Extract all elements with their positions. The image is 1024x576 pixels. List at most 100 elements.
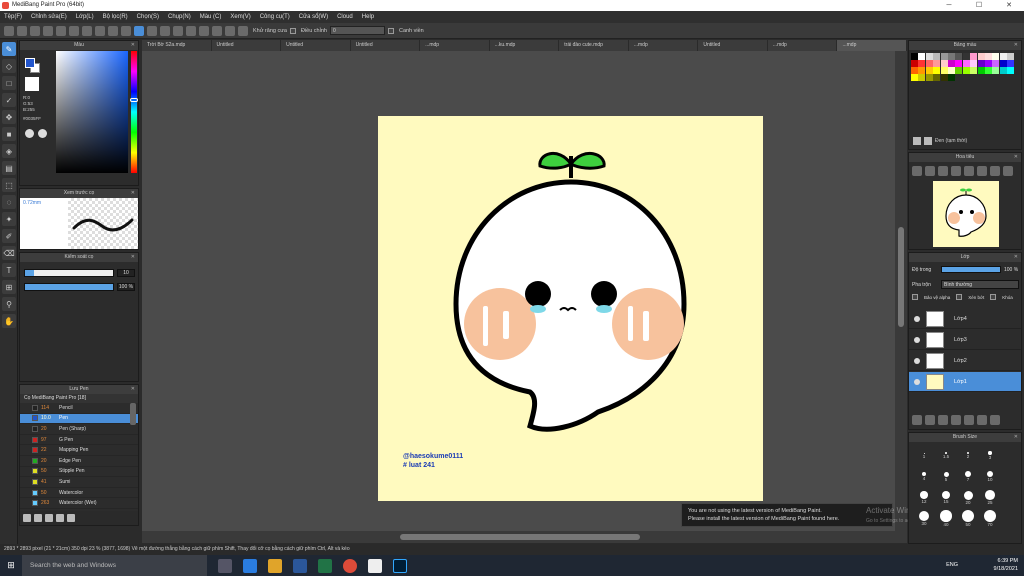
- snap-off-icon[interactable]: [160, 25, 170, 36]
- menu-item[interactable]: Lớp(L): [76, 14, 94, 20]
- palette-swatch[interactable]: [992, 53, 1000, 60]
- settings-icon[interactable]: [238, 25, 248, 36]
- brush-size-preset[interactable]: 2: [957, 447, 979, 464]
- taskbar-search[interactable]: Search the web and Windows: [22, 555, 207, 576]
- brush-list-item[interactable]: 10.0 Pen: [20, 413, 138, 425]
- delete-layer-icon[interactable]: [977, 415, 987, 425]
- palette-swatch[interactable]: [918, 67, 926, 74]
- select-pen-tool-icon[interactable]: ✐: [2, 229, 16, 243]
- clipping-checkbox[interactable]: [956, 294, 963, 300]
- palette-swatch[interactable]: [992, 67, 1000, 74]
- brush-list-item[interactable]: 97 G Pen: [20, 435, 138, 446]
- palette-swatch[interactable]: [962, 60, 970, 67]
- palette-swatch[interactable]: [911, 67, 918, 74]
- fit-icon[interactable]: [938, 166, 948, 176]
- layer-row[interactable]: Lớp2: [909, 351, 1021, 371]
- close-icon[interactable]: ✕: [1014, 433, 1018, 442]
- undo-icon[interactable]: [108, 25, 118, 36]
- check-tool-icon[interactable]: ✓: [2, 93, 16, 107]
- layer-opacity-slider[interactable]: [941, 266, 1001, 273]
- language-indicator[interactable]: ENG: [946, 561, 958, 569]
- snap-checkbox[interactable]: [387, 27, 394, 34]
- correction-checkbox[interactable]: [289, 27, 296, 34]
- palette-swatch[interactable]: [977, 60, 985, 67]
- brush-size-preset[interactable]: 15: [935, 489, 957, 506]
- copy-brush-icon[interactable]: [56, 514, 64, 522]
- brush-size-preset[interactable]: 12: [913, 489, 935, 506]
- hue-slider[interactable]: [131, 51, 137, 173]
- palette-swatch[interactable]: [1007, 60, 1015, 67]
- palette-swatch[interactable]: [1007, 67, 1015, 74]
- eye-icon[interactable]: [914, 315, 920, 322]
- select-eraser-tool-icon[interactable]: ⌫: [2, 246, 16, 260]
- palette-swatch[interactable]: [911, 60, 918, 67]
- document-tab[interactable]: ...mdp: [837, 40, 908, 51]
- document-tab[interactable]: Untitled: [698, 40, 768, 51]
- rotate-left-icon[interactable]: [964, 166, 974, 176]
- close-icon[interactable]: ✕: [131, 253, 135, 262]
- document-tab[interactable]: Trời Bờ S2a.mdp: [142, 40, 212, 51]
- add-halftone-layer-icon[interactable]: [938, 415, 948, 425]
- delete-color-icon[interactable]: [924, 137, 932, 145]
- palette-swatch[interactable]: [977, 53, 985, 60]
- menu-item[interactable]: Xem(V): [230, 14, 250, 20]
- text-tool-icon[interactable]: T: [2, 263, 16, 277]
- brush-size-preset[interactable]: 25: [979, 489, 1001, 506]
- brush-tool-icon[interactable]: ✎: [2, 42, 16, 56]
- flip-icon[interactable]: [82, 25, 92, 36]
- menu-item[interactable]: Chọn(S): [137, 14, 159, 20]
- blend-mode-select[interactable]: Bình thường: [941, 280, 1019, 289]
- eraser-tool-icon[interactable]: ◇: [2, 59, 16, 73]
- palette-swatch[interactable]: [925, 60, 933, 67]
- palette-swatch[interactable]: [999, 53, 1007, 60]
- brush-list-item[interactable]: 20 Edge Pen: [20, 456, 138, 467]
- brush-size-preset[interactable]: 5: [935, 468, 957, 485]
- chrome-icon[interactable]: [343, 558, 357, 573]
- word-icon[interactable]: [293, 558, 307, 573]
- document-tab[interactable]: trái đào cute.mdp: [559, 40, 629, 51]
- correction-mode-icon[interactable]: [134, 25, 144, 36]
- palette-swatch[interactable]: [984, 60, 992, 67]
- palette-swatch[interactable]: [970, 53, 978, 60]
- palette-swatch[interactable]: [933, 60, 941, 67]
- color-palette-grid[interactable]: [911, 53, 1015, 81]
- canvas-area[interactable]: @haesokume0111 # luat 241: [142, 51, 895, 531]
- select-tool-icon[interactable]: ⬚: [2, 178, 16, 192]
- menu-item[interactable]: Tệp(F): [4, 14, 22, 20]
- brush-group[interactable]: Cọ MediBang Paint Pro [18]: [20, 394, 138, 403]
- palette-swatch[interactable]: [970, 67, 978, 74]
- document-tab[interactable]: Untitled: [351, 40, 421, 51]
- add-cloud-brush-icon[interactable]: [34, 514, 42, 522]
- brush-size-preset[interactable]: 4: [913, 468, 935, 485]
- cloud-icon[interactable]: [43, 25, 53, 36]
- brush-size-preset[interactable]: 10: [979, 468, 1001, 485]
- redo-icon[interactable]: [121, 25, 131, 36]
- close-icon[interactable]: ✕: [1014, 153, 1018, 162]
- transparent-swatch[interactable]: [25, 77, 39, 91]
- menu-item[interactable]: Chụp(N): [168, 14, 191, 20]
- palette-swatch[interactable]: [984, 67, 992, 74]
- saturation-value-picker[interactable]: [56, 51, 128, 173]
- brush-list-item[interactable]: 114 Pencil: [20, 403, 138, 414]
- brush-list-item[interactable]: 50 Stipple Pen: [20, 467, 138, 478]
- palette-swatch[interactable]: [925, 67, 933, 74]
- add-color-icon[interactable]: [913, 137, 921, 145]
- file-explorer-icon[interactable]: [268, 558, 282, 573]
- add-colored-layer-icon[interactable]: [925, 415, 935, 425]
- close-icon[interactable]: ✕: [131, 385, 135, 394]
- gradient-tool-icon[interactable]: ▤: [2, 161, 16, 175]
- palette-swatch[interactable]: [940, 60, 948, 67]
- menu-item[interactable]: Chỉnh sửa(E): [31, 14, 67, 20]
- lock-checkbox[interactable]: [990, 294, 997, 300]
- document-tab[interactable]: Untitled: [212, 40, 282, 51]
- document-tab[interactable]: Untitled: [281, 40, 351, 51]
- folder-icon[interactable]: [45, 514, 53, 522]
- palette-swatch[interactable]: [918, 74, 926, 81]
- move-tool-icon[interactable]: ✥: [2, 110, 16, 124]
- brush-list-item[interactable]: 22 Mapping Pen: [20, 445, 138, 456]
- share-icon[interactable]: [56, 25, 66, 36]
- foreground-color-swatch[interactable]: [25, 58, 35, 68]
- menu-item[interactable]: Công cụ(T): [260, 14, 290, 20]
- brush-list-scrollbar[interactable]: [130, 403, 136, 425]
- brush-size-preset[interactable]: 30: [913, 510, 935, 527]
